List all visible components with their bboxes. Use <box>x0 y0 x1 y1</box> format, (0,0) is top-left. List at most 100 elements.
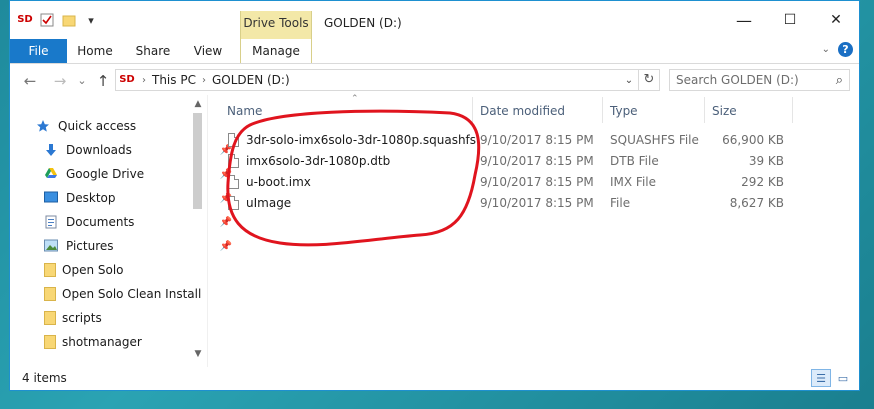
maximize-button[interactable]: ☐ <box>767 6 813 34</box>
back-button[interactable]: ← <box>20 71 40 91</box>
chevron-down-icon: ▾ <box>88 13 94 27</box>
address-controls: ⌄ ↻ <box>620 70 659 90</box>
status-bar: 4 items ☰ ▭ <box>10 367 859 391</box>
folder-icon <box>44 287 56 301</box>
sidebar-item-label: Downloads <box>66 143 132 157</box>
drive-logo-text: SD <box>119 74 135 85</box>
tab-home[interactable]: Home <box>72 39 118 63</box>
up-button[interactable]: ↑ <box>93 71 113 91</box>
breadcrumb-chevron-icon[interactable]: › <box>142 75 146 86</box>
file-type: SQUASHFS File <box>610 133 699 147</box>
forward-button[interactable]: → <box>50 71 70 91</box>
window-controls: — ☐ ✕ <box>721 6 859 34</box>
sidebar-item-label: Open Solo <box>62 263 124 277</box>
file-icon <box>228 133 239 147</box>
column-header-type[interactable]: Type <box>610 104 638 118</box>
star-icon <box>36 119 52 133</box>
sort-ascending-icon: ⌃ <box>351 94 359 104</box>
sd-app-icon[interactable]: SD <box>16 11 34 29</box>
column-header-name[interactable]: Name <box>227 104 262 118</box>
details-view-icon[interactable]: ☰ <box>811 369 831 387</box>
refresh-icon[interactable]: ↻ <box>638 70 659 90</box>
sidebar-item-label: Desktop <box>66 191 116 205</box>
navigation-pane-scrollbar[interactable]: ▲ ▼ <box>192 99 204 367</box>
file-name: imx6solo-3dr-1080p.dtb <box>246 154 391 168</box>
expand-ribbon-icon[interactable]: ⌄ <box>822 44 830 55</box>
sidebar-item-label: Google Drive <box>66 167 145 181</box>
explorer-window: SD ▾ Drive Tools GOLDEN (D:) — ☐ ✕ File … <box>9 0 860 391</box>
navigation-bar: ← → ⌄ ↑ SD › This PC › GOLDEN (D:) ⌄ ↻ S… <box>10 67 859 95</box>
file-type: IMX File <box>610 175 657 189</box>
breadcrumb-chevron-icon[interactable]: › <box>202 75 206 86</box>
recent-locations-button[interactable]: ⌄ <box>72 71 92 91</box>
view-toggle: ☰ ▭ <box>811 369 853 387</box>
documents-icon <box>44 215 60 229</box>
close-button[interactable]: ✕ <box>813 6 859 34</box>
sidebar-item-label: Pictures <box>66 239 114 253</box>
sidebar-item-label: Quick access <box>58 119 137 133</box>
table-row[interactable]: uImage 9/10/2017 8:15 PM File 8,627 KB <box>208 193 859 214</box>
column-divider[interactable] <box>602 97 603 123</box>
drive-icon: SD <box>118 71 136 89</box>
sidebar-item-label: Documents <box>66 215 135 229</box>
file-name: uImage <box>246 196 292 210</box>
column-divider[interactable] <box>472 97 473 123</box>
table-row[interactable]: u-boot.imx 9/10/2017 8:15 PM IMX File 29… <box>208 172 859 193</box>
pictures-icon <box>44 239 60 253</box>
window-title: GOLDEN (D:) <box>324 16 402 30</box>
sidebar-item-label: Open Solo Clean Install <box>62 287 202 301</box>
download-arrow-icon <box>44 143 60 157</box>
file-icon <box>228 196 239 210</box>
drive-tools-context-tab: Drive Tools <box>240 11 312 39</box>
tab-file[interactable]: File <box>10 39 67 63</box>
file-name: u-boot.imx <box>246 175 311 189</box>
scroll-down-icon[interactable]: ▼ <box>192 349 204 359</box>
desktop-icon <box>44 191 60 205</box>
file-size: 39 KB <box>748 154 784 168</box>
properties-icon[interactable] <box>38 11 56 29</box>
customize-qat-dropdown[interactable]: ▾ <box>82 11 100 29</box>
sd-logo-text: SD <box>17 14 33 25</box>
file-size: 292 KB <box>741 175 784 189</box>
sidebar-item-label: scripts <box>62 311 102 325</box>
sidebar-item-quick-access[interactable]: Quick access <box>36 115 216 137</box>
column-header-size[interactable]: Size <box>712 104 737 118</box>
scroll-up-icon[interactable]: ▲ <box>192 99 204 109</box>
folder-icon <box>44 311 56 325</box>
file-icon <box>228 175 239 189</box>
title-bar: SD ▾ Drive Tools GOLDEN (D:) — ☐ ✕ <box>10 1 859 39</box>
search-placeholder: Search GOLDEN (D:) <box>676 73 799 87</box>
quick-access-toolbar: SD ▾ <box>16 11 100 29</box>
address-dropdown-icon[interactable]: ⌄ <box>620 75 638 86</box>
folder-icon <box>44 335 56 349</box>
breadcrumb-this-pc[interactable]: This PC <box>152 73 196 87</box>
breadcrumb-golden-drive[interactable]: GOLDEN (D:) <box>212 73 290 87</box>
column-header-row: ⌃ Name Date modified Type Size <box>208 94 859 125</box>
column-header-date-modified[interactable]: Date modified <box>480 104 565 118</box>
tab-view[interactable]: View <box>186 39 230 63</box>
tab-manage[interactable]: Manage <box>240 39 312 63</box>
new-folder-icon[interactable] <box>60 11 78 29</box>
column-divider[interactable] <box>792 97 793 123</box>
address-bar[interactable]: SD › This PC › GOLDEN (D:) ⌄ ↻ <box>115 69 660 91</box>
scrollbar-thumb[interactable] <box>193 113 202 209</box>
file-date-modified: 9/10/2017 8:15 PM <box>480 133 594 147</box>
table-row[interactable]: 3dr-solo-imx6solo-3dr-1080p.squashfs 9/1… <box>208 130 859 151</box>
file-size: 66,900 KB <box>722 133 784 147</box>
file-type: File <box>610 196 631 210</box>
search-icon[interactable]: ⌕ <box>836 73 843 88</box>
large-icons-view-icon[interactable]: ▭ <box>833 369 853 387</box>
tab-share[interactable]: Share <box>128 39 178 63</box>
help-icon[interactable]: ? <box>838 42 853 57</box>
file-size: 8,627 KB <box>729 196 784 210</box>
navigation-pane: Quick access Downloads 📌 Google Drive 📌 … <box>10 99 232 367</box>
file-icon <box>228 154 239 168</box>
minimize-button[interactable]: — <box>721 6 767 34</box>
file-date-modified: 9/10/2017 8:15 PM <box>480 196 594 210</box>
file-date-modified: 9/10/2017 8:15 PM <box>480 154 594 168</box>
search-input[interactable]: Search GOLDEN (D:) ⌕ <box>669 69 850 91</box>
file-date-modified: 9/10/2017 8:15 PM <box>480 175 594 189</box>
folder-icon <box>44 263 56 277</box>
column-divider[interactable] <box>704 97 705 123</box>
table-row[interactable]: imx6solo-3dr-1080p.dtb 9/10/2017 8:15 PM… <box>208 151 859 172</box>
